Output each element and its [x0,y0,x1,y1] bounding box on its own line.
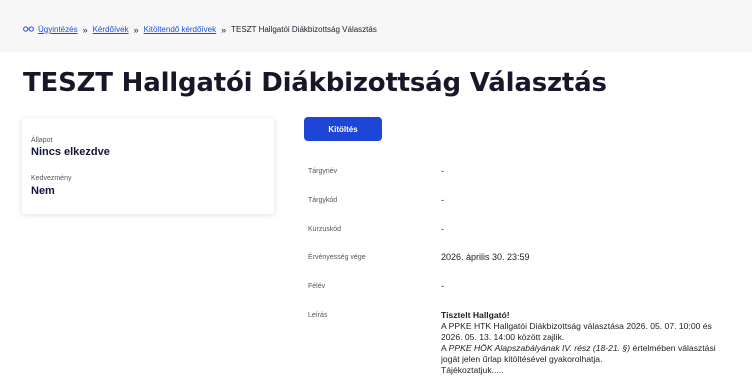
breadcrumb-to-fill[interactable]: Kitöltendő kérdőívek [144,24,217,36]
description-text-part: értelmében választási [630,343,716,353]
breadcrumb-separator: » [221,25,227,35]
benefit-label: Kedvezmény [31,175,72,182]
course-code-value: - [441,224,444,234]
fill-button[interactable]: Kitöltés [304,117,382,141]
breadcrumb-forms[interactable]: Kérdőívek [93,24,129,36]
breadcrumb: Ügyintézés » Kérdőívek » Kitöltendő kérd… [23,24,377,36]
state-value: Nincs elkezdve [31,146,110,158]
description-line: 2026. 05. 13. 14:00 között zajlik. [441,332,565,342]
description-text-part: A [441,343,449,353]
state-label: Állapot [31,137,53,144]
subject-name-value: - [441,166,444,176]
benefit-value: Nem [31,185,55,197]
description-emphasis: PPKE HÖK Alapszabályának IV. rész (18-21… [448,343,631,353]
description-line: A PPKE HTK Hallgatói Diákbizottság válas… [441,321,712,331]
validity-end-label: Érvényesség vége [308,254,366,261]
top-bar: Ügyintézés » Kérdőívek » Kitöltendő kérd… [0,0,752,52]
breadcrumb-current: TESZT Hallgatói Diákbizottság Választás [231,25,377,34]
description-line: Tájékoztatjuk..... [441,365,504,375]
subject-code-label: Tárgykód [308,197,338,204]
semester-label: Félév [308,283,326,290]
breadcrumb-home-label[interactable]: Ügyintézés [38,24,78,36]
subject-name-label: Tárgynév [308,168,338,175]
breadcrumb-home[interactable]: Ügyintézés [23,24,78,36]
description-text: Tisztelt Hallgató! A PPKE HTK Hallgatói … [441,310,752,376]
subject-code-value: - [441,195,444,205]
semester-value: - [441,281,444,291]
breadcrumb-separator: » [82,25,88,35]
description-line: jogát jelen űrlap kitöltésével gyakorolh… [441,354,603,364]
description-greeting: Tisztelt Hallgató! [441,310,510,320]
description-label: Leírás [308,312,328,319]
description-line: A PPKE HÖK Alapszabályának IV. rész (18-… [441,343,752,354]
validity-end-value: 2026. április 30. 23:59 [441,252,530,262]
breadcrumb-separator: » [133,25,139,35]
glasses-icon [23,24,34,36]
status-card: Állapot Nincs elkezdve Kedvezmény Nem [22,118,274,214]
page-title: TESZT Hallgatói Diákbizottság Választás [23,68,607,98]
course-code-label: Kurzuskód [308,226,342,233]
